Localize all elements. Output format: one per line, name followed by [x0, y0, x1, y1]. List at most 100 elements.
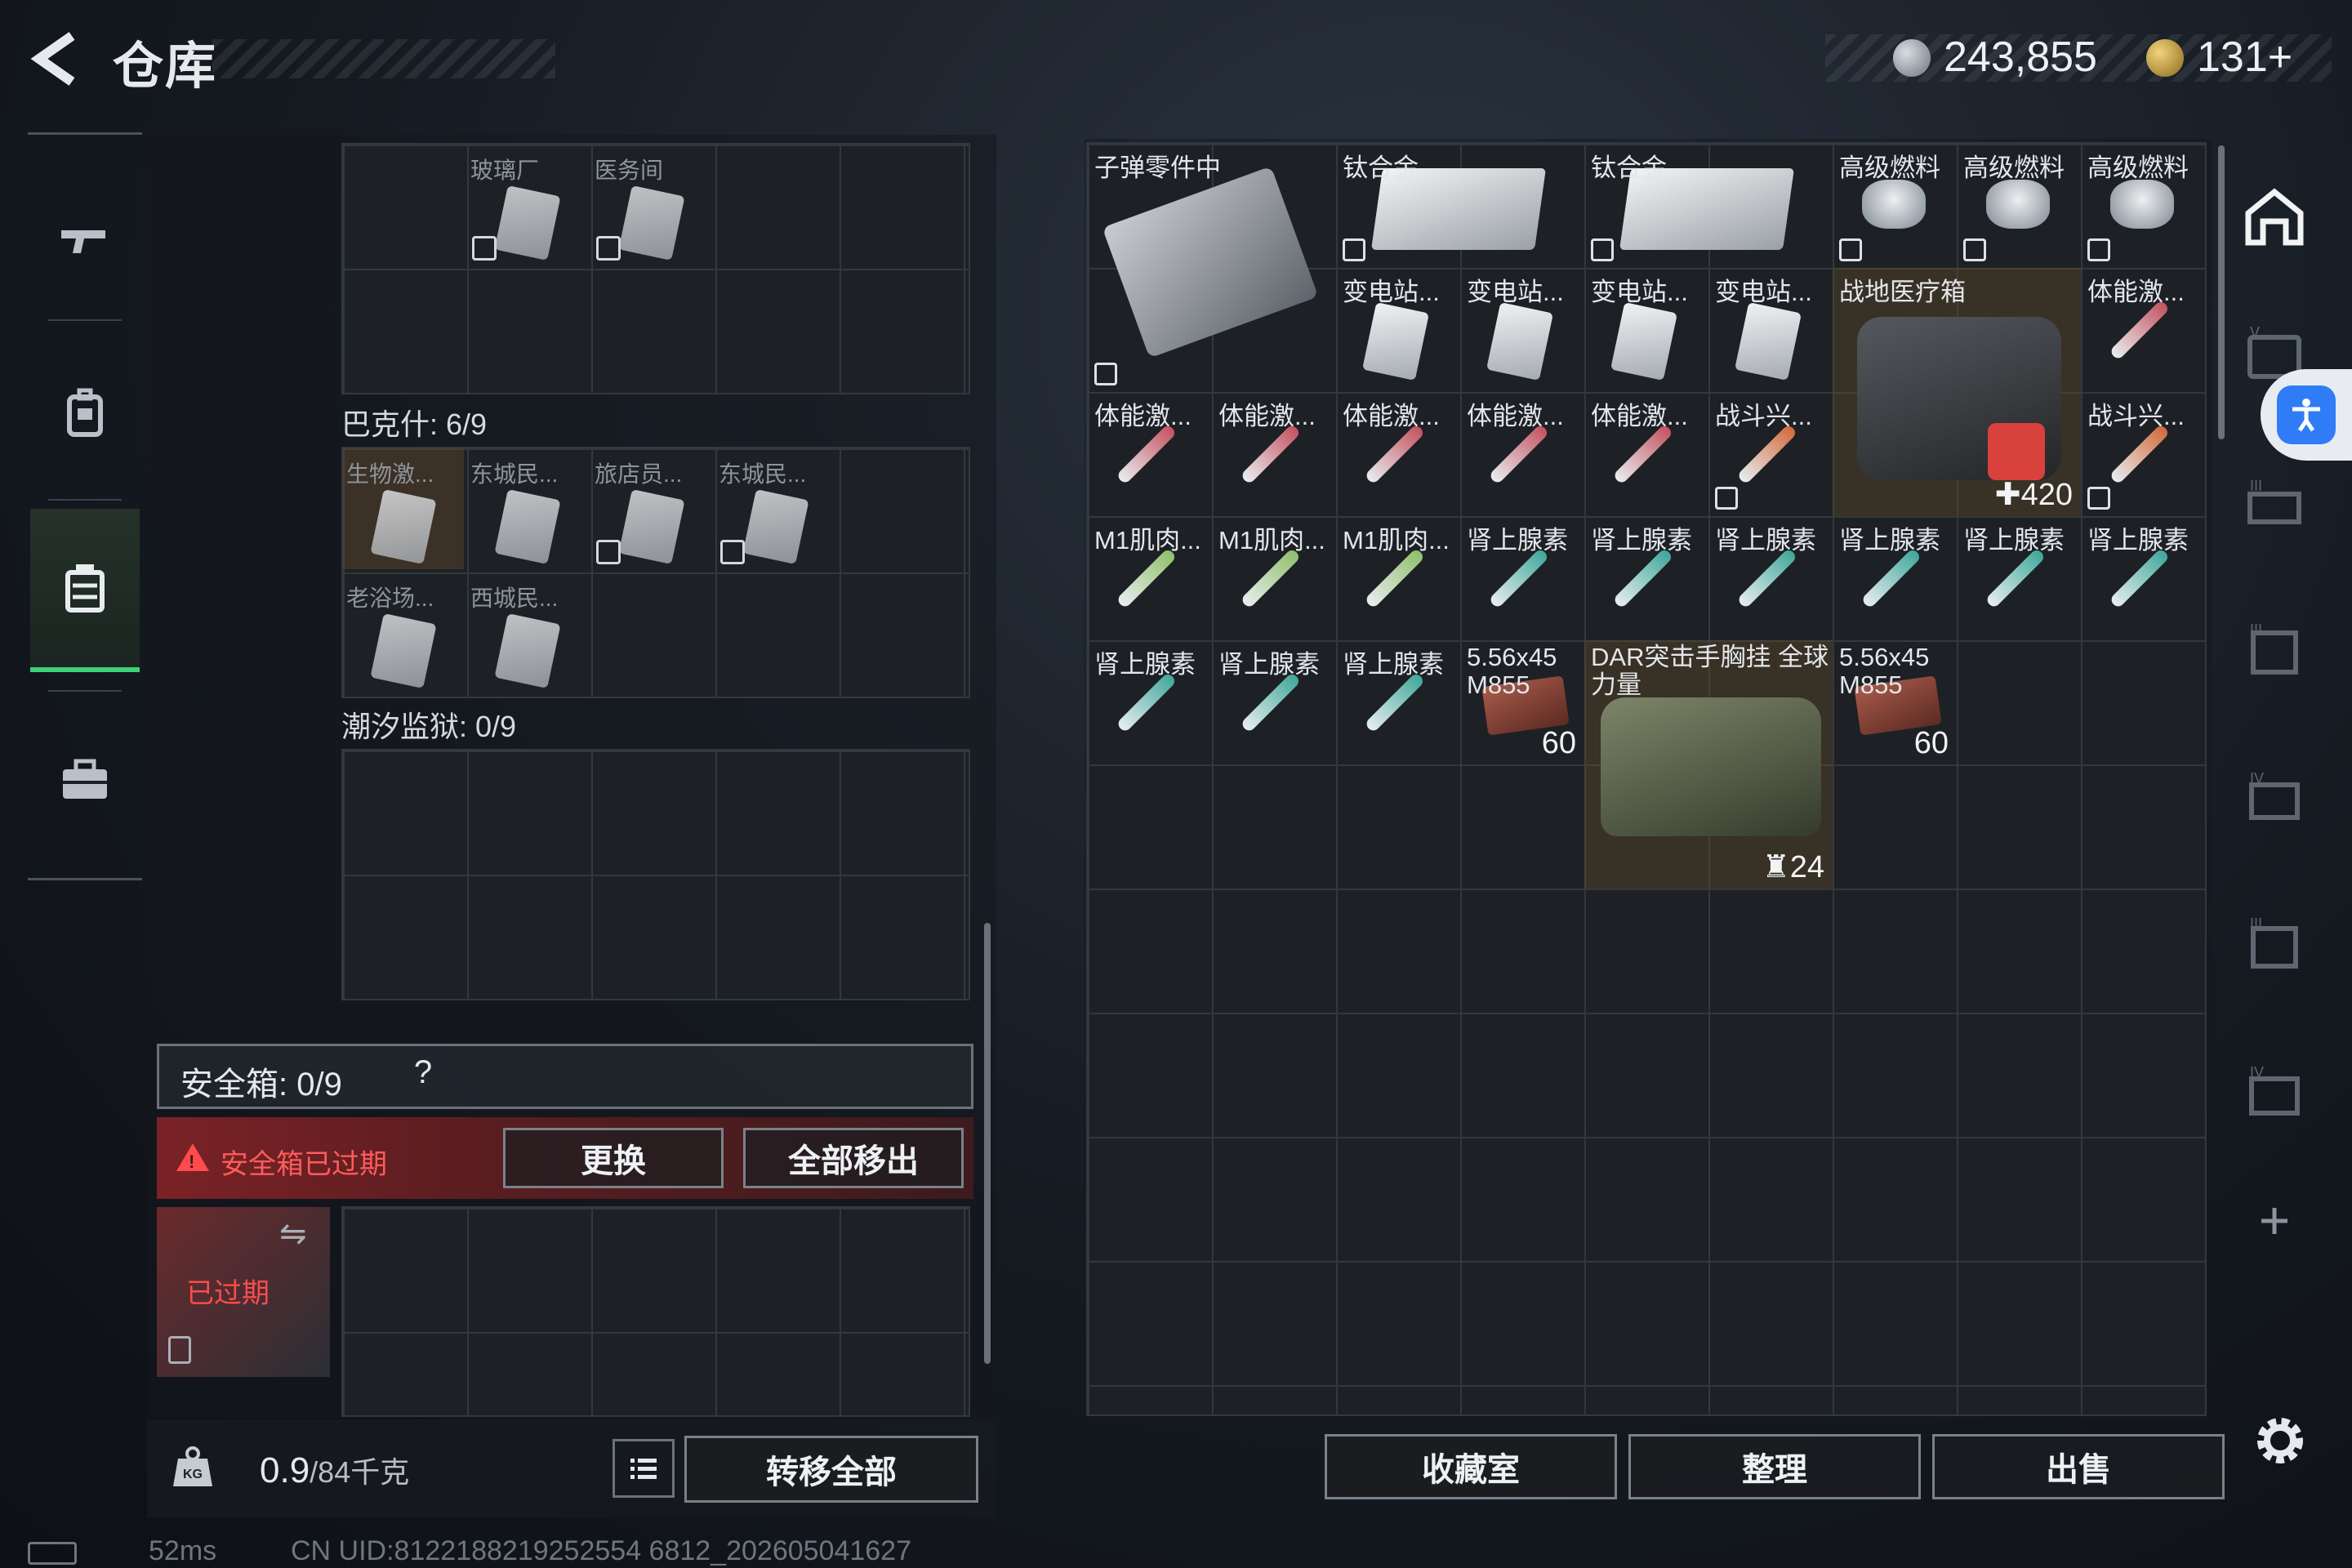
inventory-item[interactable]: 5.56x45 M855 60: [1460, 640, 1584, 764]
item-name: 变电站...: [1467, 278, 1564, 306]
slot-label: 玻璃厂: [470, 158, 540, 183]
item-count: 60: [1541, 726, 1576, 760]
inventory-item[interactable]: 战斗兴...: [1708, 392, 1833, 516]
transfer-all-button[interactable]: 转移全部: [684, 1436, 978, 1503]
safe-box-header: 安全箱: 0/9 ?: [157, 1044, 973, 1109]
item-name: 钛合金: [1343, 154, 1419, 182]
inventory-item[interactable]: 体能激...: [2081, 268, 2205, 392]
move-all-out-button[interactable]: 全部移出: [743, 1128, 964, 1188]
accessibility-button[interactable]: [2261, 369, 2352, 461]
svg-text:IV: IV: [2250, 770, 2264, 786]
key-card-icon: [370, 613, 437, 688]
bakshi-grid[interactable]: 生物激... 东城民... 旅店员... 东城民... 老浴场... 西城民..…: [341, 447, 970, 698]
item-name: 战地医疗箱: [1839, 278, 1966, 306]
syringe-icon: [1116, 547, 1178, 609]
key-card-icon: [1361, 302, 1430, 381]
inventory-item[interactable]: 变电站...: [1336, 268, 1460, 392]
item-name: 战斗兴...: [2087, 402, 2185, 430]
sell-button[interactable]: 出售: [1932, 1434, 2225, 1499]
slot-label: 西城民...: [470, 586, 559, 611]
bound-mark-icon: [1343, 238, 1365, 261]
inventory-item[interactable]: 体能激...: [1460, 392, 1584, 516]
key-card-slot[interactable]: 老浴场...: [343, 572, 464, 693]
inventory-item[interactable]: 变电站...: [1460, 268, 1584, 392]
slot-label: 东城民...: [719, 461, 807, 487]
inventory-item[interactable]: 子弹零件中: [1088, 144, 1336, 392]
inventory-item[interactable]: 体能激...: [1088, 392, 1212, 516]
replace-button[interactable]: 更换: [503, 1128, 724, 1188]
inventory-item[interactable]: DAR突击手胸挂 全球力量 ♜24: [1584, 640, 1833, 889]
key-card-slot[interactable]: 生物激...: [343, 448, 464, 569]
inventory-item[interactable]: 肾上腺素: [1833, 516, 1957, 640]
inventory-item[interactable]: 肾上腺素: [1584, 516, 1708, 640]
inventory-item[interactable]: 体能激...: [1584, 392, 1708, 516]
safe-box-item[interactable]: ⇋ 已过期: [157, 1207, 330, 1377]
inventory-item[interactable]: 钛合金: [1584, 144, 1833, 268]
storage-page-6-tab[interactable]: III: [2221, 882, 2328, 1004]
inventory-item[interactable]: 高级燃料: [1957, 144, 2081, 268]
slot-label: 旅店员...: [595, 461, 683, 487]
inventory-item[interactable]: 战斗兴...: [2081, 392, 2205, 516]
inventory-item[interactable]: 肾上腺素: [1460, 516, 1584, 640]
inventory-item[interactable]: 肾上腺素: [1957, 516, 2081, 640]
storage-page-5-tab[interactable]: IV: [2221, 735, 2328, 858]
storage-folder-icon: IV: [2249, 1064, 2300, 1116]
inventory-item[interactable]: 变电站...: [1708, 268, 1833, 392]
chest-rig-icon: [1601, 697, 1821, 836]
storage-grid-top[interactable]: 玻璃厂 医务间: [341, 143, 970, 394]
key-card-icon: [618, 489, 685, 564]
back-button[interactable]: [24, 26, 90, 91]
item-count: 60: [1913, 726, 1949, 760]
storage-page-7-tab[interactable]: IV: [2221, 1029, 2328, 1152]
key-card-slot[interactable]: 医务间: [591, 145, 712, 265]
safe-help-button[interactable]: ?: [403, 1054, 443, 1097]
key-card-slot[interactable]: 旅店员...: [591, 448, 712, 569]
settings-button[interactable]: [2247, 1408, 2313, 1473]
inventory-item[interactable]: 肾上腺素: [1336, 640, 1460, 764]
sort-button[interactable]: 整理: [1628, 1434, 1921, 1499]
equipment-tab[interactable]: [30, 698, 140, 862]
syringe-icon: [1984, 547, 2047, 609]
top-bar: 仓库 243,855 131+: [0, 0, 2352, 122]
inventory-item[interactable]: M1肌肉...: [1212, 516, 1336, 640]
svg-text:KG: KG: [183, 1468, 203, 1481]
list-view-button[interactable]: [612, 1439, 675, 1498]
inventory-item[interactable]: 体能激...: [1336, 392, 1460, 516]
storage-scrollbar[interactable]: [984, 923, 991, 1364]
inventory-item[interactable]: 变电站...: [1584, 268, 1708, 392]
inventory-item[interactable]: 肾上腺素: [1088, 640, 1212, 764]
storage-page-4-tab[interactable]: III: [2221, 588, 2328, 710]
storage-tab[interactable]: [30, 509, 140, 672]
safe-box-grid[interactable]: [341, 1206, 970, 1417]
inventory-item[interactable]: 5.56x45 M855 60: [1833, 640, 1957, 764]
item-name: 体能激...: [1094, 402, 1192, 430]
gear-icon: [2257, 1418, 2303, 1463]
inventory-panel: 子弹零件中 钛合金 钛合金 高级燃料 高级燃料 高级燃料 变电站... 变电站... 变电站..…: [1085, 139, 2212, 1421]
inventory-item[interactable]: 体能激...: [1212, 392, 1336, 516]
inventory-item[interactable]: 战地医疗箱 ✚420: [1833, 268, 2081, 516]
tidal-prison-grid[interactable]: [341, 749, 970, 1000]
inventory-item[interactable]: 肾上腺素: [1212, 640, 1336, 764]
key-card-slot[interactable]: 东城民...: [467, 448, 588, 569]
key-card-slot[interactable]: 玻璃厂: [467, 145, 588, 265]
inventory-item[interactable]: 高级燃料: [1833, 144, 1957, 268]
backpack-tab[interactable]: [30, 331, 140, 494]
inventory-item[interactable]: 高级燃料: [2081, 144, 2205, 268]
key-card-slot[interactable]: 东城民...: [715, 448, 836, 569]
svg-text:III: III: [2250, 621, 2262, 638]
bakshi-label: 巴克什: 6/9: [341, 408, 488, 441]
syringe-icon: [1860, 547, 1922, 609]
inventory-item[interactable]: 钛合金: [1336, 144, 1584, 268]
premium-currency-amount[interactable]: 131+: [2197, 33, 2292, 82]
weapon-tab[interactable]: [30, 159, 140, 323]
inventory-item[interactable]: M1肌肉...: [1088, 516, 1212, 640]
key-card-slot[interactable]: 西城民...: [467, 572, 588, 693]
inventory-item[interactable]: 肾上腺素: [1708, 516, 1833, 640]
item-name: 变电站...: [1343, 278, 1440, 306]
add-storage-button[interactable]: [2221, 1160, 2328, 1282]
inventory-grid[interactable]: 子弹零件中 钛合金 钛合金 高级燃料 高级燃料 高级燃料 变电站... 变电站... 变电站..…: [1086, 142, 2207, 1416]
warehouse-tab[interactable]: [2221, 155, 2328, 278]
inventory-item[interactable]: 肾上腺素: [2081, 516, 2205, 640]
collection-room-button[interactable]: 收藏室: [1325, 1434, 1617, 1499]
inventory-item[interactable]: M1肌肉...: [1336, 516, 1460, 640]
